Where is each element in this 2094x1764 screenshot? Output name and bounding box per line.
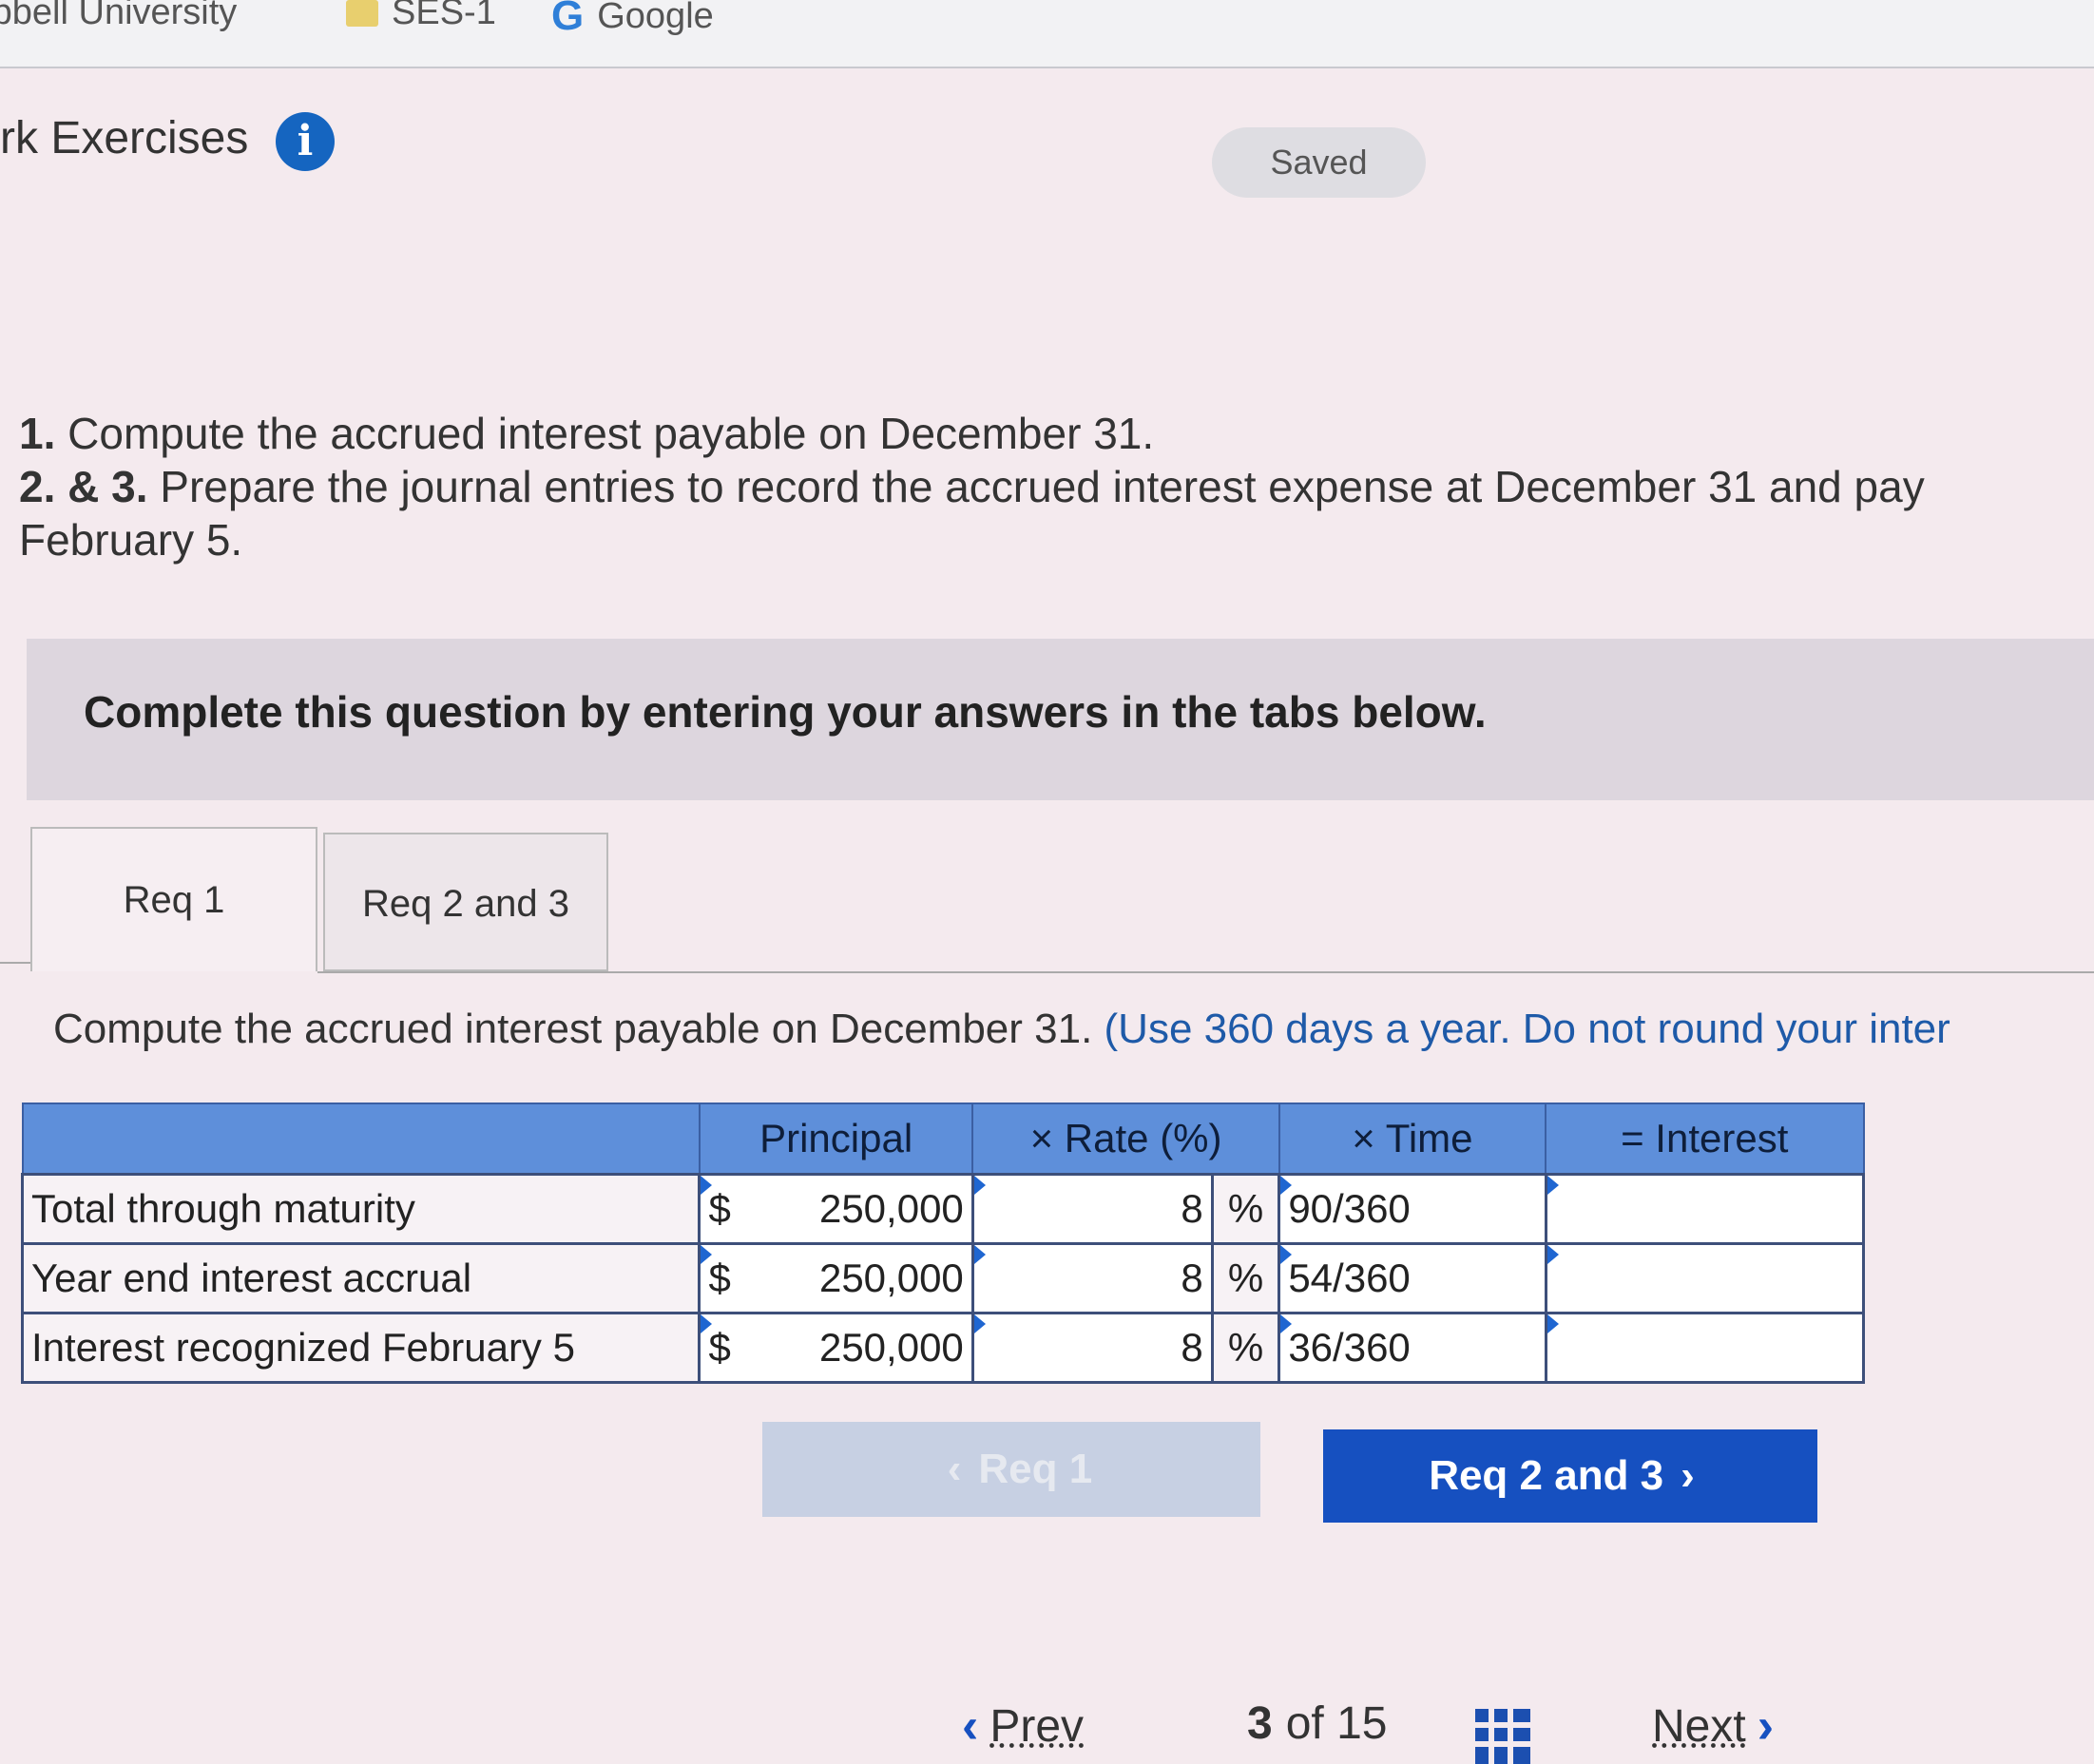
next-req-button[interactable]: Req 2 and 3 › xyxy=(1323,1429,1817,1523)
question-prompt: Compute the accrued interest payable on … xyxy=(53,1006,1950,1053)
info-icon[interactable]: i xyxy=(276,112,335,171)
next-req-label: Req 2 and 3 xyxy=(1429,1452,1664,1499)
bookmark-google[interactable]: G Google xyxy=(551,0,714,40)
column-header-time: × Time xyxy=(1278,1102,1547,1176)
next-label: Next xyxy=(1652,1700,1746,1752)
bookmark-label: mpbell University xyxy=(0,0,238,32)
grid-icon[interactable] xyxy=(1475,1709,1530,1764)
page-total: of 15 xyxy=(1285,1698,1388,1749)
chevron-left-icon: ‹ xyxy=(962,1698,979,1754)
next-question-link[interactable]: Next › xyxy=(1652,1697,1785,1754)
saved-status-badge: Saved xyxy=(1212,127,1426,198)
prev-question-link[interactable]: ‹ Prev xyxy=(951,1697,1084,1754)
google-icon: G xyxy=(551,0,585,39)
percent-sign: % xyxy=(1210,1242,1281,1314)
time-input[interactable]: 54/360 xyxy=(1278,1242,1547,1314)
column-header-label xyxy=(21,1102,701,1176)
prev-req-label: Req 1 xyxy=(978,1446,1093,1492)
interest-input[interactable] xyxy=(1544,1242,1865,1314)
percent-sign: % xyxy=(1210,1312,1281,1384)
principal-input[interactable]: $250,000 xyxy=(698,1242,974,1314)
tab-req-2-and-3[interactable]: Req 2 and 3 xyxy=(323,833,608,971)
chevron-right-icon: › xyxy=(1757,1698,1775,1754)
tab-divider xyxy=(0,962,30,964)
rate-input[interactable]: 8 xyxy=(970,1312,1214,1384)
row-label: Year end interest accrual xyxy=(20,1242,701,1314)
table-row: Total through maturity $250,000 8 % 90/3… xyxy=(20,1173,1865,1245)
table-header-row: Principal × Rate (%) × Time = Interest xyxy=(21,1102,1865,1176)
row-label: Interest recognized February 5 xyxy=(20,1312,701,1384)
instruction-banner: Complete this question by entering your … xyxy=(27,639,2094,800)
column-header-interest: = Interest xyxy=(1545,1102,1865,1176)
interest-input[interactable] xyxy=(1544,1173,1865,1245)
percent-sign: % xyxy=(1210,1173,1281,1245)
instruction-line-1: 1. Compute the accrued interest payable … xyxy=(19,409,1155,458)
table-row: Year end interest accrual $250,000 8 % 5… xyxy=(20,1242,1865,1314)
folder-icon xyxy=(346,0,378,27)
chevron-right-icon: › xyxy=(1681,1452,1695,1499)
instructions: 1. Compute the accrued interest payable … xyxy=(19,407,2094,566)
column-header-principal: Principal xyxy=(698,1102,974,1176)
prev-req-button[interactable]: ‹ Req 1 xyxy=(762,1422,1260,1517)
question-text: Compute the accrued interest payable on … xyxy=(53,1006,1105,1052)
chevron-left-icon: ‹ xyxy=(947,1446,962,1492)
rate-input[interactable]: 8 xyxy=(970,1173,1214,1245)
column-header-rate: × Rate (%) xyxy=(971,1102,1280,1176)
principal-input[interactable]: $250,000 xyxy=(698,1173,974,1245)
rate-input[interactable]: 8 xyxy=(970,1242,1214,1314)
table-row: Interest recognized February 5 $250,000 … xyxy=(20,1312,1865,1384)
row-label: Total through maturity xyxy=(20,1173,701,1245)
bookmark-university[interactable]: mpbell University xyxy=(0,0,237,33)
question-hint: (Use 360 days a year. Do not round your … xyxy=(1104,1006,1950,1052)
page-title: rk Exercises xyxy=(0,113,249,163)
time-input[interactable]: 36/360 xyxy=(1278,1312,1547,1384)
tab-req-1[interactable]: Req 1 xyxy=(30,827,317,971)
current-page: 3 xyxy=(1247,1698,1273,1749)
instruction-line-3: February 5. xyxy=(19,515,243,565)
principal-input[interactable]: $250,000 xyxy=(698,1312,974,1384)
instruction-line-2: 2. & 3. Prepare the journal entries to r… xyxy=(19,462,1925,511)
bookmarks-bar: mpbell University SES-1 G Google xyxy=(0,0,2094,68)
banner-text: Complete this question by entering your … xyxy=(84,687,1487,737)
page-indicator[interactable]: 3 of 15 xyxy=(1247,1697,1387,1750)
tab-divider xyxy=(317,971,2094,973)
prev-label: Prev xyxy=(989,1700,1085,1752)
bookmark-ses[interactable]: SES-1 xyxy=(346,0,496,33)
time-input[interactable]: 90/360 xyxy=(1278,1173,1547,1245)
interest-table: Principal × Rate (%) × Time = Interest T… xyxy=(20,1102,1865,1384)
interest-input[interactable] xyxy=(1544,1312,1865,1384)
bookmark-label: Google xyxy=(597,0,714,36)
bookmark-label: SES-1 xyxy=(392,0,496,32)
